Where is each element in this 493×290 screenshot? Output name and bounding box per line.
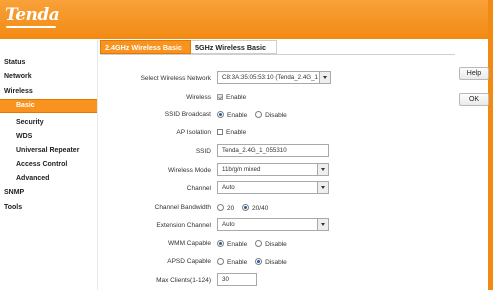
tenda-logo: Tenda (5, 5, 60, 25)
radio-icon[interactable] (255, 111, 263, 118)
extension-channel-value: Auto (222, 221, 235, 228)
wmm-enable-option[interactable]: Enable (217, 240, 248, 248)
apsd-capable-label: APSD Capable (167, 258, 211, 265)
wmm-disable-option[interactable]: Disable (255, 240, 287, 248)
channel-bandwidth-options: 20 20/40 (217, 204, 274, 212)
wireless-enable-text: Enable (226, 94, 247, 101)
max-clients-label: Max Clients(1-124) (156, 277, 211, 284)
right-frame-border (488, 0, 493, 290)
tab-5ghz-wireless-basic[interactable]: 5GHz Wireless Basic (191, 40, 277, 54)
bandwidth-20-40-option[interactable]: 20/40 (242, 204, 269, 212)
wireless-mode-select[interactable]: 11b/g/n mixed (217, 163, 329, 176)
sidebar-item-snmp[interactable]: SNMP (4, 189, 24, 196)
apsd-enable-option[interactable]: Enable (217, 258, 248, 266)
ap-isolation-checkbox[interactable] (217, 129, 223, 135)
apsd-disable-text: Disable (265, 259, 287, 266)
select-network-label: Select Wireless Network (140, 75, 211, 82)
tab-2-4ghz-wireless-basic[interactable]: 2.4GHz Wireless Basic (100, 40, 191, 54)
ssid-broadcast-options: Enable Disable (217, 111, 293, 119)
ssid-broadcast-enable[interactable]: Enable (217, 111, 248, 119)
ssid-broadcast-disable-text: Disable (265, 112, 287, 119)
radio-selected-icon[interactable] (255, 258, 263, 265)
chevron-down-icon (317, 164, 328, 175)
sidebar-subitem-access-control[interactable]: Access Control (16, 161, 67, 168)
wmm-enable-text: Enable (227, 241, 248, 248)
logo-underline (6, 26, 56, 28)
bandwidth-20-text: 20 (227, 205, 235, 212)
bandwidth-20-option[interactable]: 20 (217, 204, 235, 212)
chevron-down-icon (317, 219, 328, 230)
wmm-capable-label: WMM Capable (168, 240, 211, 247)
wmm-disable-text: Disable (265, 241, 287, 248)
ssid-broadcast-disable[interactable]: Disable (255, 111, 287, 119)
radio-selected-icon[interactable] (217, 240, 224, 247)
wireless-label: Wireless (186, 94, 211, 101)
wireless-mode-value: 11b/g/n mixed (222, 166, 261, 173)
apsd-enable-text: Enable (227, 259, 248, 266)
wireless-enable-option[interactable]: Enable (217, 94, 246, 101)
sidebar-subitem-advanced[interactable]: Advanced (16, 175, 49, 182)
channel-select[interactable]: Auto (217, 181, 329, 194)
ok-button[interactable]: OK (459, 93, 489, 106)
sidebar-item-tools[interactable]: Tools (4, 204, 22, 211)
sidebar: Status Network Wireless Basic Security W… (0, 39, 97, 290)
channel-label: Channel (186, 185, 211, 192)
header-bar: Tenda (0, 0, 493, 39)
wmm-capable-options: Enable Disable (217, 240, 293, 248)
ap-isolation-enable-text: Enable (226, 129, 247, 136)
apsd-capable-options: Enable Disable (217, 258, 293, 266)
wireless-enable-checkbox[interactable] (217, 94, 223, 100)
sidebar-item-wireless[interactable]: Wireless (4, 88, 33, 95)
apsd-disable-option[interactable]: Disable (255, 258, 287, 266)
radio-icon[interactable] (255, 240, 263, 247)
ssid-label: SSID (195, 148, 211, 155)
ap-isolation-label: AP Isolation (176, 129, 211, 136)
extension-channel-label: Extension Channel (156, 222, 211, 229)
channel-bandwidth-label: Channel Bandwidth (154, 204, 211, 211)
bandwidth-20-40-text: 20/40 (252, 205, 269, 212)
sidebar-subitem-universal-repeater[interactable]: Universal Repeater (16, 147, 79, 154)
tab-underline (100, 54, 455, 55)
sidebar-item-status[interactable]: Status (4, 59, 25, 66)
sidebar-subitem-basic-label: Basic (16, 102, 35, 109)
wireless-mode-label: Wireless Mode (168, 167, 211, 174)
radio-icon[interactable] (217, 258, 224, 265)
radio-selected-icon[interactable] (242, 204, 250, 211)
ssid-broadcast-label: SSID Broadcast (164, 111, 211, 118)
radio-selected-icon[interactable] (217, 111, 224, 118)
extension-channel-select[interactable]: Auto (217, 218, 329, 231)
select-network-dropdown[interactable]: C8:3A:35:05:53:10 (Tenda_2.4G_1 (217, 71, 331, 84)
help-button[interactable]: Help (459, 67, 489, 80)
ap-isolation-option[interactable]: Enable (217, 129, 246, 136)
ssid-input[interactable]: Tenda_2.4G_1_055310 (217, 144, 329, 157)
sidebar-subitem-wds[interactable]: WDS (16, 133, 32, 140)
channel-value: Auto (222, 184, 235, 191)
select-network-value: C8:3A:35:05:53:10 (Tenda_2.4G_1 (222, 74, 318, 81)
chevron-down-icon (317, 182, 328, 193)
main-content: 2.4GHz Wireless Basic 5GHz Wireless Basi… (97, 39, 489, 290)
chevron-down-icon (319, 72, 330, 83)
max-clients-input[interactable]: 30 (217, 273, 257, 286)
radio-icon[interactable] (217, 204, 224, 211)
sidebar-item-network[interactable]: Network (4, 73, 32, 80)
sidebar-subitem-security[interactable]: Security (16, 119, 44, 126)
ssid-broadcast-enable-text: Enable (227, 112, 248, 119)
sidebar-subitem-basic[interactable]: Basic (0, 99, 97, 113)
